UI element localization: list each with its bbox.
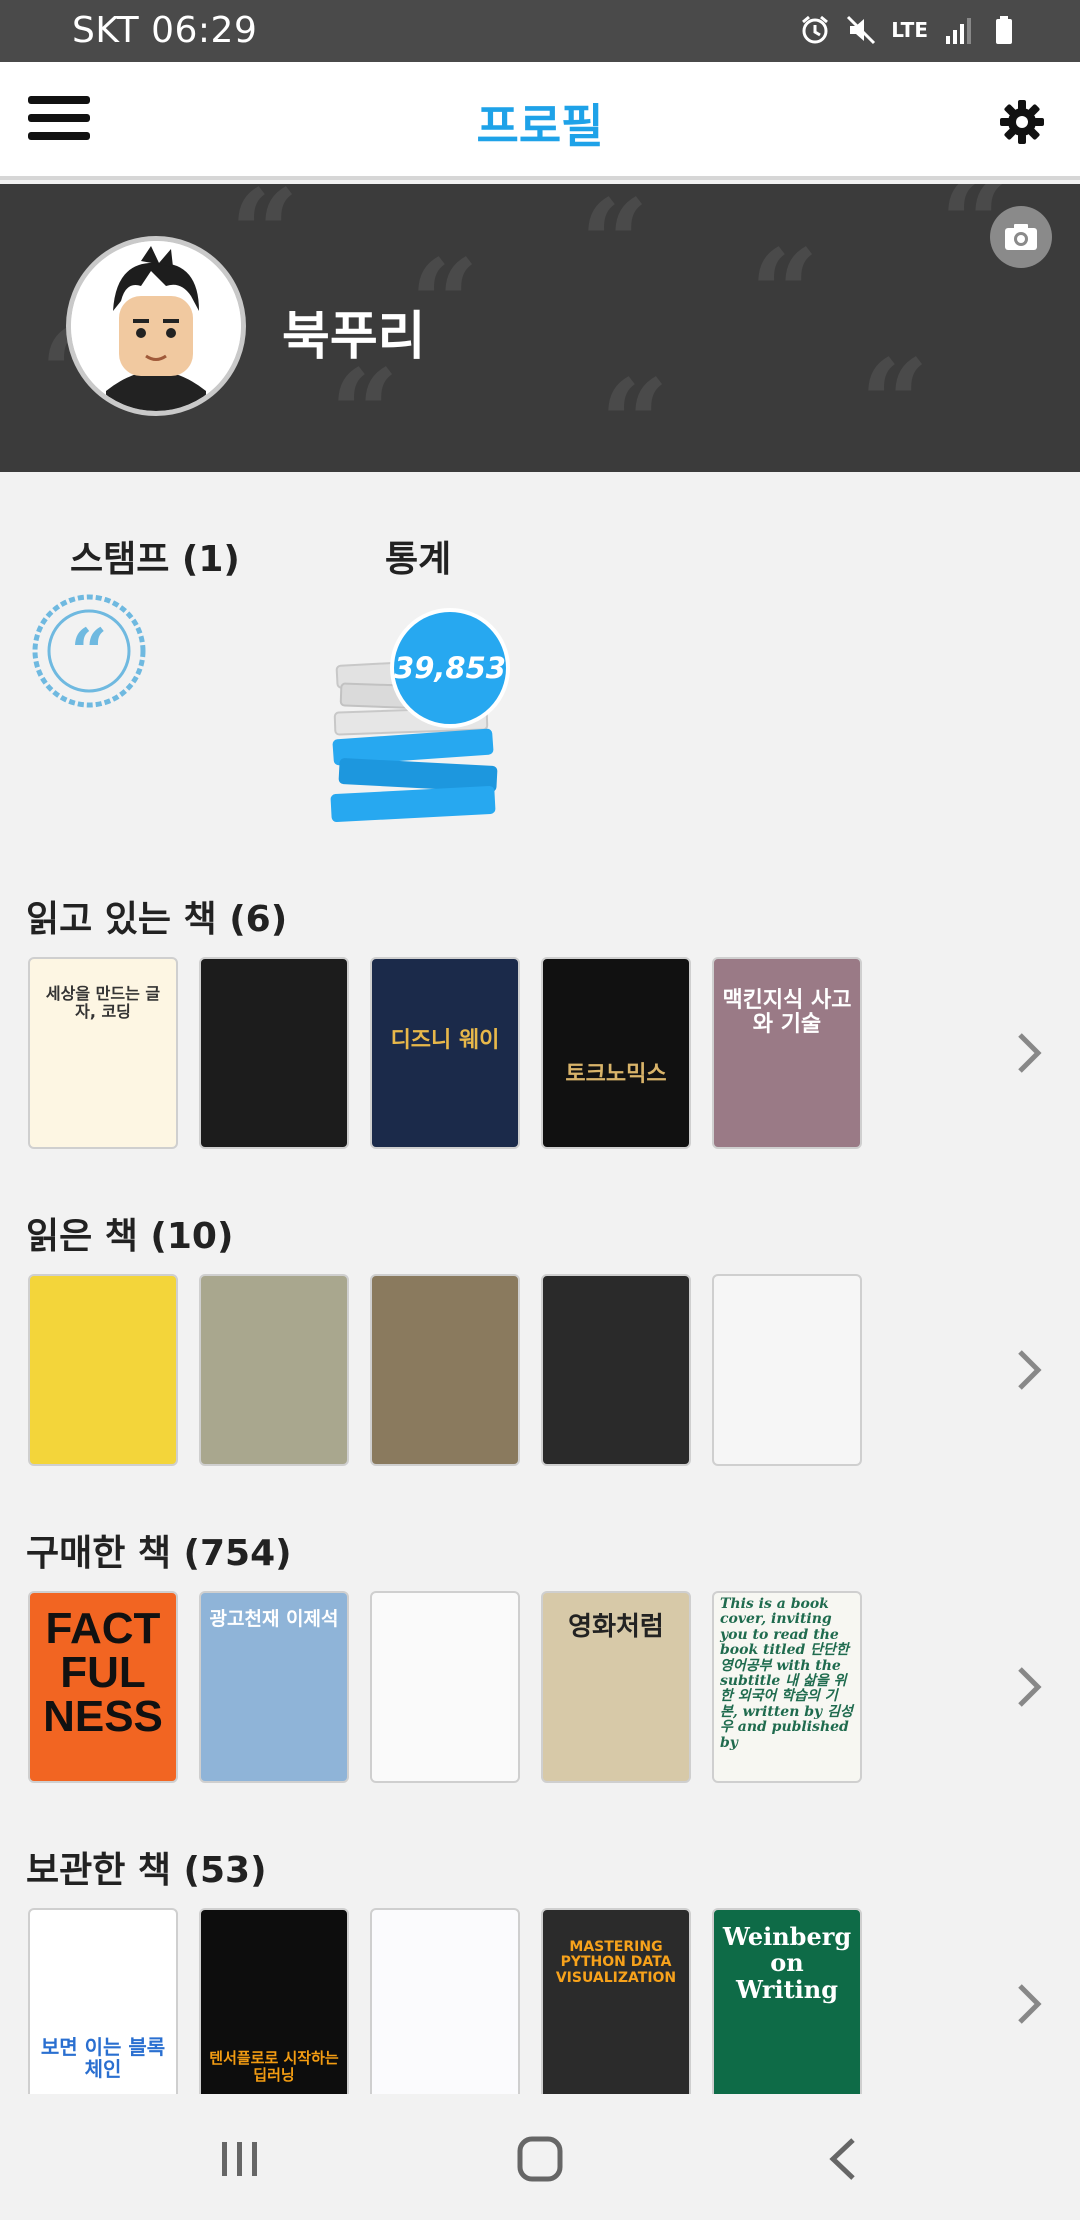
shelf-reading: 세상을 만드는 글자, 코딩 디즈니 웨이 토크노믹스 맥킨지식 사고와 기술	[28, 957, 1080, 1149]
chevron-right-icon[interactable]	[1012, 1980, 1044, 2028]
shelf-saved: 보면 이는 블록체인 텐서플로로 시작하는 딥러닝 MASTERING PYTH…	[28, 1908, 1080, 2094]
shelf-title-reading[interactable]: 읽고 있는 책 (6)	[26, 890, 287, 942]
status-time: SKT 06:29	[72, 10, 258, 51]
camera-icon	[1005, 224, 1037, 250]
book-cover[interactable]: 토크노믹스	[541, 957, 691, 1149]
book-cover[interactable]	[541, 1274, 691, 1466]
shelf-title-saved[interactable]: 보관한 책 (53)	[26, 1841, 267, 1893]
chevron-right-icon[interactable]	[1012, 1346, 1044, 1394]
avatar-image	[71, 241, 241, 411]
gear-icon[interactable]	[998, 98, 1046, 146]
book-cover[interactable]: 광고천재 이제석	[199, 1591, 349, 1783]
shelf-purchased: FACT FUL NESS 광고천재 이제석 영화처럼 This is a bo…	[28, 1591, 1080, 1783]
chevron-right-icon[interactable]	[1012, 1663, 1044, 1711]
book-cover[interactable]	[370, 1274, 520, 1466]
stamp-badge-icon[interactable]: “	[30, 592, 148, 710]
status-icons: LTE	[799, 12, 1020, 48]
home-icon[interactable]	[510, 2134, 570, 2184]
lte-icon: LTE	[891, 18, 928, 42]
book-cover[interactable]	[370, 1908, 520, 2094]
alarm-icon	[802, 15, 829, 44]
book-cover[interactable]: FACT FUL NESS	[28, 1591, 178, 1783]
back-icon[interactable]	[815, 2134, 875, 2184]
book-cover[interactable]: This is a book cover, inviting you to re…	[712, 1591, 862, 1783]
app-bar: 프로필	[0, 62, 1080, 180]
book-cover[interactable]	[28, 1274, 178, 1466]
camera-button[interactable]	[990, 206, 1052, 268]
book-cover[interactable]: 영화처럼	[541, 1591, 691, 1783]
recent-apps-icon[interactable]	[210, 2134, 270, 2184]
stats-label[interactable]: 통계	[385, 530, 451, 582]
system-nav-bar	[0, 2094, 1080, 2220]
username: 북푸리	[282, 307, 426, 367]
shelf-read	[28, 1274, 1080, 1466]
book-cover[interactable]: MASTERING PYTHON DATA VISUALIZATION	[541, 1908, 691, 2094]
book-cover[interactable]	[712, 1274, 862, 1466]
chevron-right-icon[interactable]	[1012, 1029, 1044, 1077]
stamps-label[interactable]: 스탬프 (1)	[70, 530, 240, 582]
battery-icon	[996, 16, 1012, 44]
shelf-title-purchased[interactable]: 구매한 책 (754)	[26, 1524, 292, 1576]
signal-icon	[946, 18, 971, 44]
book-cover[interactable]: 보면 이는 블록체인	[28, 1908, 178, 2094]
profile-banner: “ “ “ “ “ “ “ “ “ 북푸리	[0, 184, 1080, 472]
page-title: 프로필	[476, 99, 604, 153]
book-cover[interactable]	[199, 957, 349, 1149]
stats-count-badge[interactable]: 39,853	[390, 608, 510, 728]
book-cover[interactable]: 텐서플로로 시작하는 딥러닝	[199, 1908, 349, 2094]
book-cover[interactable]: Weinberg on Writing	[712, 1908, 862, 2094]
avatar[interactable]	[66, 236, 246, 416]
mute-icon	[847, 15, 876, 45]
svg-text:“: “	[71, 615, 108, 690]
book-cover[interactable]: 세상을 만드는 글자, 코딩	[28, 957, 178, 1149]
status-bar: SKT 06:29 LTE	[0, 0, 1080, 62]
book-cover[interactable]	[199, 1274, 349, 1466]
quote-decoration: “	[230, 184, 300, 304]
book-cover[interactable]: 맥킨지식 사고와 기술	[712, 957, 862, 1149]
shelf-title-read[interactable]: 읽은 책 (10)	[26, 1207, 233, 1259]
book-cover[interactable]: 디즈니 웨이	[370, 957, 520, 1149]
book-cover[interactable]	[370, 1591, 520, 1783]
